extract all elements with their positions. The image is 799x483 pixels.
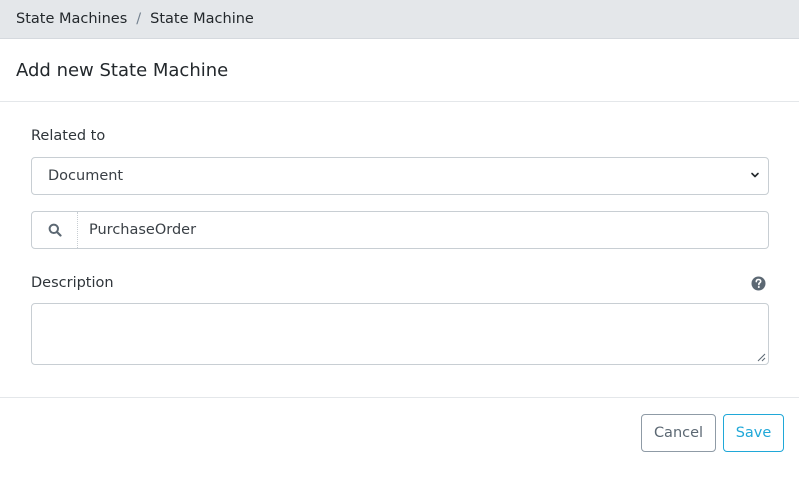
chevron-down-icon: [751, 172, 759, 178]
related-to-select[interactable]: Document: [31, 157, 769, 195]
related-to-selected-value: Document: [48, 168, 124, 184]
search-addon[interactable]: [32, 212, 78, 248]
breadcrumb-item-state-machines[interactable]: State Machines: [16, 11, 127, 27]
breadcrumb-separator: /: [136, 11, 142, 27]
description-label: Description: [31, 275, 114, 291]
resize-handle-icon[interactable]: [756, 352, 766, 362]
question-circle-icon[interactable]: [751, 276, 766, 291]
cancel-button[interactable]: Cancel: [641, 414, 716, 452]
save-button[interactable]: Save: [723, 414, 784, 452]
description-textarea[interactable]: [31, 303, 769, 365]
breadcrumb: State Machines / State Machine: [0, 0, 799, 39]
search-input[interactable]: [78, 212, 768, 248]
search-input-group: [31, 211, 769, 249]
search-icon: [48, 223, 62, 237]
breadcrumb-item-state-machine: State Machine: [150, 11, 254, 27]
page-title: Add new State Machine: [0, 39, 799, 102]
related-to-label: Related to: [31, 128, 106, 144]
